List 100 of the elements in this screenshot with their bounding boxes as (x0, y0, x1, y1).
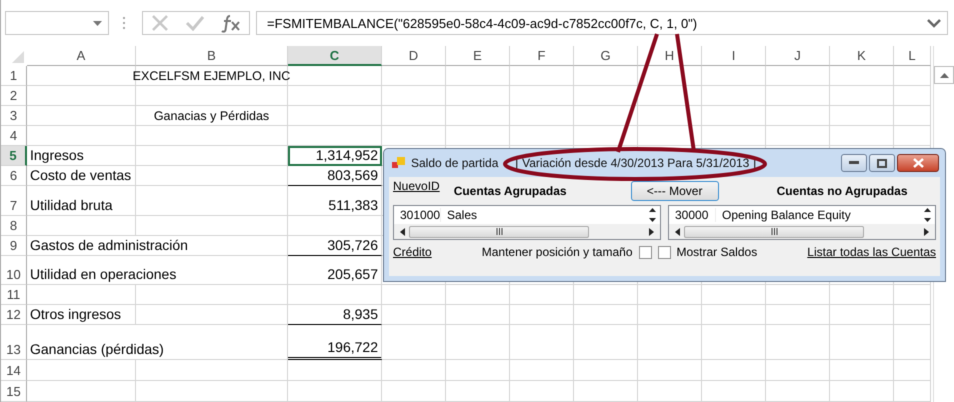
row-header[interactable]: 13 (1, 325, 27, 360)
table-cell[interactable] (510, 285, 574, 305)
table-cell[interactable] (894, 126, 931, 146)
table-cell[interactable] (702, 66, 766, 86)
row-header[interactable]: 5 (1, 146, 27, 166)
account-list[interactable]: 301000 Sales (393, 205, 661, 240)
table-cell[interactable] (702, 305, 766, 325)
table-cell[interactable] (702, 360, 766, 381)
table-cell[interactable] (830, 106, 894, 126)
cancel-icon[interactable] (151, 14, 169, 32)
table-cell[interactable] (894, 381, 931, 402)
table-cell[interactable]: 205,657 (288, 256, 382, 285)
table-cell[interactable] (766, 305, 830, 325)
table-cell[interactable]: Gastos de administración (27, 236, 288, 256)
table-cell[interactable]: Ganancias (pérdidas) (27, 325, 288, 360)
table-cell[interactable] (27, 216, 136, 236)
table-cell[interactable] (446, 305, 510, 325)
scroll-left-icon[interactable] (675, 228, 680, 236)
row-header[interactable]: 9 (1, 236, 27, 256)
table-cell[interactable] (574, 86, 638, 106)
table-cell[interactable] (638, 106, 702, 126)
table-cell[interactable] (382, 86, 446, 106)
table-cell[interactable] (382, 381, 446, 402)
column-header[interactable]: I (702, 46, 766, 66)
list-all-link[interactable]: Listar todas las Cuentas (807, 245, 936, 259)
column-header[interactable]: E (446, 46, 510, 66)
scrollbar-thumb[interactable] (409, 226, 589, 238)
table-cell[interactable] (830, 126, 894, 146)
table-cell[interactable] (510, 106, 574, 126)
table-cell[interactable] (510, 305, 574, 325)
table-cell[interactable] (894, 325, 931, 360)
table-cell[interactable] (702, 126, 766, 146)
table-cell[interactable]: 511,383 (288, 186, 382, 216)
table-cell[interactable] (638, 126, 702, 146)
account-list[interactable]: 30000 Opening Balance Equity (668, 205, 936, 240)
table-cell[interactable] (446, 126, 510, 146)
table-cell[interactable]: Utilidad en operaciones (27, 256, 288, 285)
table-cell[interactable] (382, 126, 446, 146)
table-cell[interactable]: Ingresos (27, 146, 136, 166)
table-cell[interactable] (894, 285, 931, 305)
checkbox[interactable] (658, 246, 670, 258)
table-cell[interactable] (136, 360, 288, 381)
table-cell[interactable] (136, 285, 288, 305)
table-cell[interactable] (288, 216, 382, 236)
select-all-corner-icon[interactable] (12, 51, 24, 63)
maximize-button[interactable] (869, 154, 895, 172)
table-cell[interactable]: 803,569 (288, 166, 382, 186)
table-cell[interactable] (830, 325, 894, 360)
table-cell[interactable]: 196,722 (288, 325, 382, 360)
table-cell[interactable] (574, 126, 638, 146)
column-header[interactable]: K (830, 46, 894, 66)
table-cell[interactable] (766, 126, 830, 146)
scroll-right-icon[interactable] (924, 228, 929, 236)
table-cell[interactable]: Otros ingresos (27, 305, 136, 325)
table-cell[interactable] (288, 126, 382, 146)
table-cell[interactable] (894, 66, 931, 86)
table-cell[interactable] (702, 106, 766, 126)
table-cell[interactable] (830, 66, 894, 86)
expand-chevron-icon[interactable] (927, 18, 941, 28)
table-cell[interactable] (446, 325, 510, 360)
table-cell[interactable] (894, 360, 931, 381)
table-cell[interactable] (446, 360, 510, 381)
table-cell[interactable] (288, 381, 382, 402)
table-cell[interactable] (27, 86, 136, 106)
table-cell[interactable] (288, 285, 382, 305)
row-header[interactable]: 3 (1, 106, 27, 126)
row-header[interactable]: 6 (1, 166, 27, 186)
row-header[interactable]: 7 (1, 186, 27, 216)
table-cell[interactable] (382, 305, 446, 325)
table-cell[interactable] (382, 106, 446, 126)
table-cell[interactable] (288, 66, 382, 86)
table-cell[interactable] (830, 86, 894, 106)
table-cell[interactable] (766, 66, 830, 86)
table-cell[interactable] (27, 285, 136, 305)
checkbox[interactable] (638, 246, 652, 258)
scroll-left-icon[interactable] (400, 228, 405, 236)
column-header[interactable]: C (288, 46, 382, 66)
table-cell[interactable] (766, 285, 830, 305)
row-header[interactable]: 1 (1, 66, 27, 86)
table-cell[interactable] (510, 381, 574, 402)
table-cell[interactable] (574, 381, 638, 402)
table-cell[interactable] (702, 381, 766, 402)
row-header[interactable]: 14 (1, 360, 27, 381)
move-button[interactable]: <--- Mover (630, 181, 719, 201)
new-id-link[interactable]: NuevoID (393, 179, 440, 193)
table-cell[interactable] (574, 360, 638, 381)
formula-field[interactable]: =FSMITEMBALANCE("628595e0-58c4-4c09-ac9d-c7852cc00f7c, C, 1, 0") (256, 11, 948, 35)
table-cell[interactable] (766, 106, 830, 126)
table-cell[interactable] (574, 285, 638, 305)
table-cell[interactable] (288, 106, 382, 126)
table-cell[interactable] (894, 106, 931, 126)
table-cell[interactable] (27, 381, 136, 402)
table-cell[interactable]: Utilidad bruta (27, 186, 136, 216)
minimize-button[interactable] (841, 154, 867, 172)
table-cell[interactable] (510, 66, 574, 86)
row-header[interactable]: 12 (1, 305, 27, 325)
table-cell[interactable] (830, 305, 894, 325)
table-cell[interactable] (446, 106, 510, 126)
table-cell[interactable] (638, 381, 702, 402)
table-cell[interactable]: 8,935 (288, 305, 382, 325)
